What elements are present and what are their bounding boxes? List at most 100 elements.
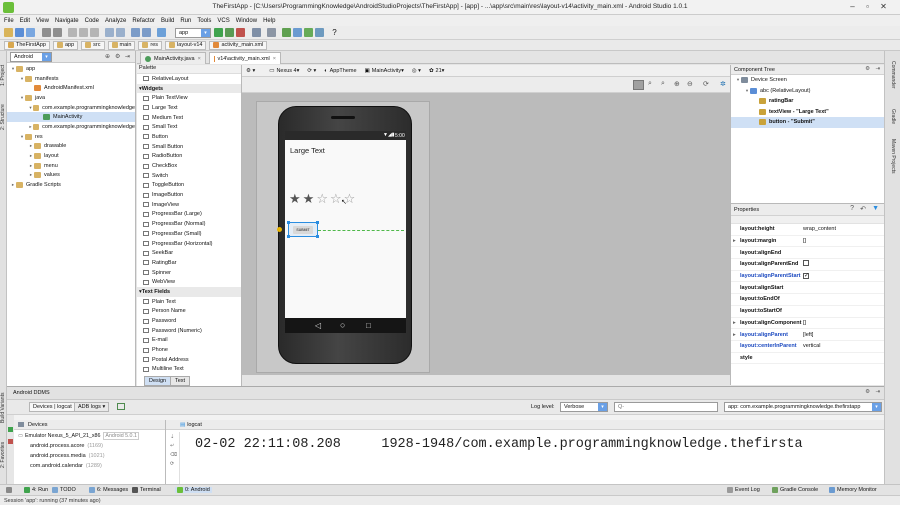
process-item[interactable]: com.android.calendar (1289) <box>14 461 165 471</box>
palette-item[interactable]: ToggleButton <box>137 181 241 191</box>
close-tab-icon[interactable]: × <box>273 56 276 62</box>
emulator-select[interactable]: ▭ Emulator Nexus_5_API_21_x86 Android 5.… <box>14 430 165 441</box>
tree-item[interactable]: ▸ menu <box>7 161 135 171</box>
resize-handle[interactable] <box>287 235 290 238</box>
palette-item[interactable]: Small Button <box>137 142 241 152</box>
menu-code[interactable]: Code <box>85 18 99 24</box>
menu-analyze[interactable]: Analyze <box>105 18 126 24</box>
help-icon[interactable]: ? <box>850 205 854 212</box>
process-item[interactable]: android.process.acore (1169) <box>14 441 165 451</box>
crumb-file[interactable]: activity_main.xml <box>209 40 268 50</box>
tab-adb-logs[interactable]: ADB logs ▾ <box>74 402 110 412</box>
run-icon[interactable] <box>8 427 13 432</box>
refresh-icon[interactable]: ⟳ <box>703 80 709 88</box>
minimize-button[interactable]: – <box>846 1 859 13</box>
tool-tab-terminal[interactable]: Terminal <box>132 487 161 493</box>
tree-item[interactable]: ▾ com.example.programmingknowledge <box>7 103 135 113</box>
property-row[interactable]: ▸ layout:alignParent [left] <box>731 329 884 341</box>
debug-icon[interactable] <box>225 28 234 37</box>
property-row[interactable]: layout:toStartOf <box>731 306 884 318</box>
tree-item[interactable]: AndroidManifest.xml <box>7 83 135 93</box>
back-nav-icon[interactable]: ◁ <box>315 321 321 330</box>
menu-file[interactable]: File <box>4 18 14 24</box>
tool-tab-gradle-console[interactable]: Gradle Console <box>772 487 818 493</box>
property-row[interactable]: layout:centerInParent vertical <box>731 341 884 353</box>
palette-item[interactable]: ProgressBar (Small) <box>137 229 241 239</box>
tab-mainactivity-java[interactable]: MainActivity.java × <box>140 52 206 64</box>
palette-item[interactable]: SeekBar <box>137 248 241 258</box>
run-config-select[interactable]: app ▾ <box>175 28 211 38</box>
checkbox-checked[interactable]: ✓ <box>803 273 809 280</box>
property-row[interactable]: layout:height wrap_content <box>731 224 884 236</box>
menu-vcs[interactable]: VCS <box>217 18 229 24</box>
rating-bar[interactable]: ★ ★ ☆ ☆ ☆ <box>289 191 357 207</box>
hide-icon[interactable]: ⇥ <box>875 66 880 72</box>
property-row[interactable]: ▸ layout:margin [] <box>731 236 884 248</box>
resize-handle[interactable] <box>287 221 290 224</box>
expand-arrow-icon[interactable]: ▸ <box>733 320 736 326</box>
screen-capture-icon[interactable] <box>117 403 125 410</box>
property-value[interactable]: [left] <box>803 332 884 338</box>
project-tool-tab[interactable]: 1: Project <box>0 57 7 93</box>
back-icon[interactable] <box>131 28 140 37</box>
checkbox-unchecked[interactable] <box>803 260 809 267</box>
star-filled-icon[interactable]: ★ <box>303 191 315 207</box>
palette-item[interactable]: Password <box>137 316 241 326</box>
restart-icon[interactable]: ⟳ <box>170 461 179 467</box>
menu-tools[interactable]: Tools <box>197 18 211 24</box>
palette-item[interactable]: Plain Text <box>137 297 241 307</box>
close-tab-icon[interactable]: × <box>198 56 201 62</box>
tool-tab-event-log[interactable]: Event Log <box>727 487 760 493</box>
tree-item[interactable]: ▾ app <box>7 64 135 74</box>
zoom-out-icon[interactable]: ⊖ <box>687 80 693 88</box>
palette-item[interactable]: Large Text <box>137 103 241 113</box>
property-value[interactable]: vertical <box>803 343 884 349</box>
palette-item[interactable]: Small Text <box>137 122 241 132</box>
tab-text[interactable]: Text <box>170 376 191 386</box>
palette-item[interactable]: ImageButton <box>137 190 241 200</box>
maven-tool-tab[interactable]: Maven Projects <box>890 139 896 173</box>
locale-select[interactable]: ◎ ▾ <box>412 68 421 74</box>
menu-window[interactable]: Window <box>236 18 257 24</box>
tab-activity-main-xml[interactable]: v14\activity_main.xml × <box>209 52 281 64</box>
avd-manager-icon[interactable] <box>293 28 302 37</box>
tree-item[interactable]: ▸ drawable <box>7 142 135 152</box>
palette-item[interactable]: Person Name <box>137 307 241 317</box>
stop-icon[interactable] <box>236 28 245 37</box>
tool-tab-run[interactable]: 4: Run <box>24 487 48 493</box>
expand-arrow-icon[interactable]: ▸ <box>733 332 736 338</box>
make-project-icon[interactable] <box>157 28 166 37</box>
android-monitor-icon[interactable] <box>304 28 313 37</box>
undo-icon[interactable]: ↶ <box>860 205 866 213</box>
property-value[interactable]: [] <box>803 238 884 244</box>
theme-select[interactable]: ◐ AppTheme <box>324 68 356 74</box>
home-nav-icon[interactable]: ○ <box>340 320 345 330</box>
star-empty-icon[interactable]: ☆ <box>330 191 342 207</box>
property-row[interactable]: layout:alignEnd <box>731 247 884 260</box>
palette-group[interactable]: ▾ Widgets <box>137 83 241 94</box>
crumb-res[interactable]: res <box>138 40 163 50</box>
process-item[interactable]: android.process.media (1021) <box>14 451 165 461</box>
menu-run[interactable]: Run <box>180 18 191 24</box>
property-value[interactable]: [] <box>803 320 884 326</box>
palette-item[interactable]: ProgressBar (Large) <box>137 210 241 220</box>
commander-tool-tab[interactable]: Commander <box>890 61 896 89</box>
component-tree-item[interactable]: button - "Submit" <box>731 117 884 128</box>
menu-refactor[interactable]: Refactor <box>132 18 155 24</box>
replace-icon[interactable] <box>116 28 125 37</box>
sync-gradle-icon[interactable] <box>315 28 324 37</box>
tool-tab-terminal-toggle[interactable] <box>6 487 14 493</box>
menu-edit[interactable]: Edit <box>20 18 30 24</box>
palette-item[interactable]: Spinner <box>137 268 241 278</box>
palette-item[interactable]: ImageView <box>137 200 241 210</box>
tree-item[interactable]: ▾ manifests <box>7 74 135 84</box>
palette-item[interactable]: Postal Address <box>137 355 241 365</box>
component-tree-item[interactable]: ▾ Device Screen <box>731 75 884 86</box>
palette-item[interactable]: Plain TextView <box>137 93 241 103</box>
sdk-manager-icon[interactable] <box>282 28 291 37</box>
help-icon[interactable]: ? <box>330 28 339 37</box>
gradle-tool-tab[interactable]: Gradle <box>890 109 896 124</box>
settings-icon[interactable]: ⚙ <box>865 389 870 395</box>
palette-item[interactable]: RadioButton <box>137 152 241 162</box>
close-button[interactable]: ✕ <box>877 1 890 13</box>
